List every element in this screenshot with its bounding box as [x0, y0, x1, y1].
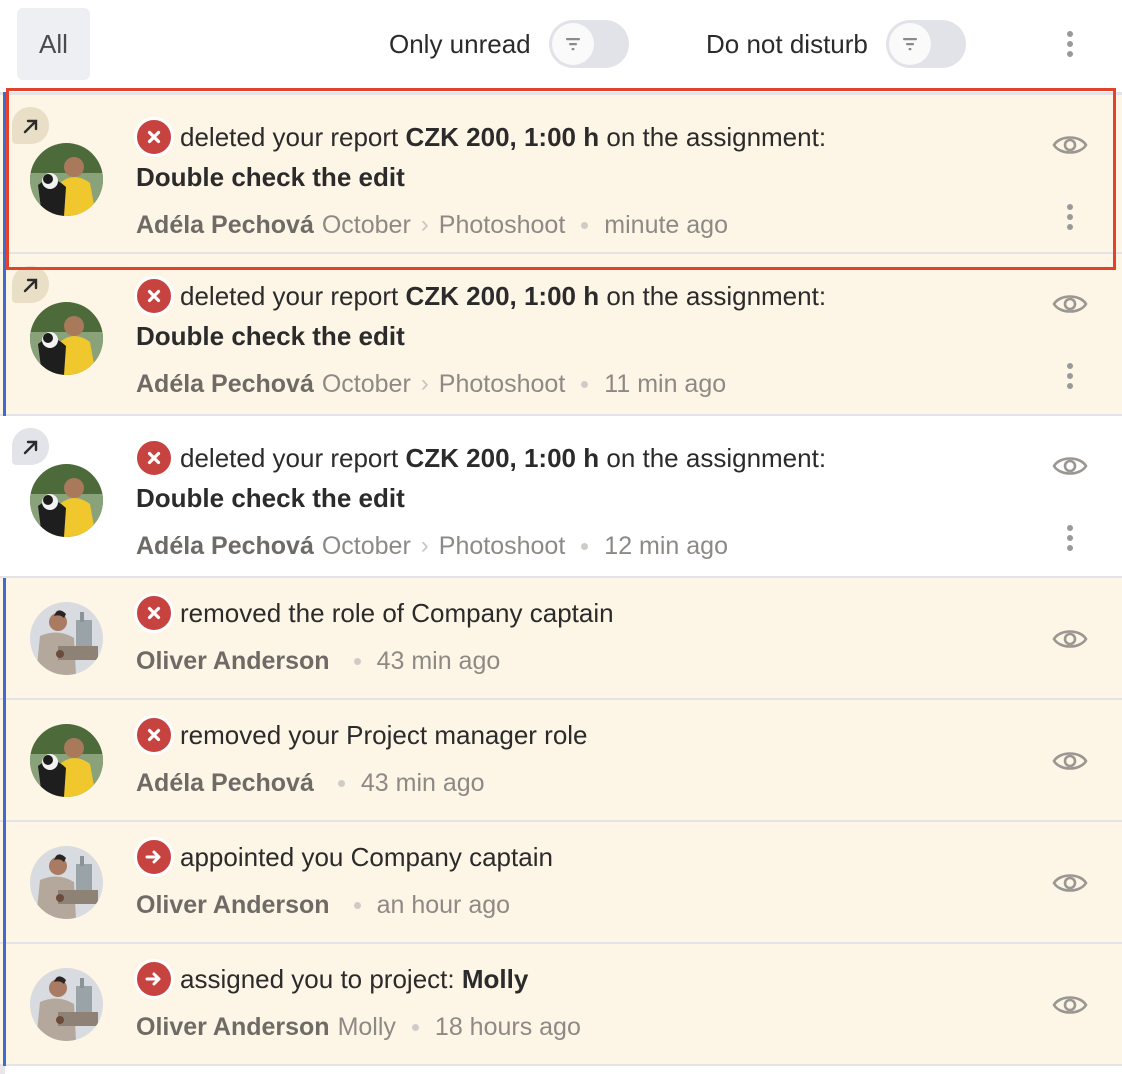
do-not-disturb-toggle[interactable] — [885, 20, 966, 68]
notification-text: deleted your report CZK 200, 1:00 h on t… — [134, 438, 992, 478]
notification-item[interactable]: appointed you Company captain Oliver And… — [0, 822, 1122, 944]
mark-read-eye-icon[interactable] — [1052, 993, 1088, 1017]
mark-read-eye-icon[interactable] — [1052, 454, 1088, 478]
notification-text: deleted your report CZK 200, 1:00 h on t… — [134, 117, 992, 157]
notification-text: removed the role of Company captain — [134, 593, 992, 633]
separator-dot — [581, 221, 589, 229]
only-unread-toggle[interactable] — [548, 20, 629, 68]
mark-read-eye-icon[interactable] — [1052, 871, 1088, 895]
avatar — [30, 846, 103, 919]
notification-text: removed your Project manager role — [134, 715, 992, 755]
notification-item[interactable]: deleted your report CZK 200, 1:00 h on t… — [0, 254, 1122, 416]
breadcrumb-assignment[interactable]: Photoshoot — [439, 205, 566, 245]
author-name[interactable]: Adéla Pechová — [136, 763, 314, 803]
removed-x-icon — [134, 715, 174, 755]
notification-list: deleted your report CZK 200, 1:00 h on t… — [0, 92, 1122, 1066]
assigned-arrow-icon — [134, 837, 174, 877]
item-more-menu-icon[interactable] — [1060, 204, 1080, 230]
mark-read-eye-icon[interactable] — [1052, 627, 1088, 651]
assignment-subject[interactable]: Double check the edit — [136, 157, 992, 197]
assigned-arrow-icon — [134, 959, 174, 999]
timestamp: an hour ago — [376, 891, 511, 919]
notification-item[interactable]: deleted your report CZK 200, 1:00 h on t… — [0, 416, 1122, 578]
header-more-menu-icon[interactable] — [1060, 31, 1080, 57]
only-unread-group: Only unread — [389, 20, 629, 68]
timestamp: 43 min ago — [360, 769, 485, 797]
mark-read-eye-icon[interactable] — [1052, 292, 1088, 316]
avatar — [30, 302, 103, 375]
notification-item[interactable]: removed your Project manager role Adéla … — [0, 700, 1122, 822]
removed-x-icon — [134, 593, 174, 633]
notification-meta: Oliver Anderson 43 min ago — [136, 641, 992, 681]
breadcrumb-project[interactable]: Molly — [338, 1007, 396, 1047]
breadcrumb-assignment[interactable]: Photoshoot — [439, 364, 566, 404]
notification-meta: Adéla Pechová October › Photoshoot 12 mi… — [136, 526, 992, 566]
mark-read-eye-icon[interactable] — [1052, 133, 1088, 157]
author-name[interactable]: Adéla Pechová — [136, 526, 314, 566]
removed-x-icon — [134, 438, 174, 478]
notification-item[interactable]: removed the role of Company captain Oliv… — [0, 578, 1122, 700]
chevron-right-icon: › — [420, 370, 429, 397]
timestamp: 43 min ago — [376, 647, 501, 675]
removed-x-icon — [134, 117, 174, 157]
breadcrumb-project[interactable]: October — [322, 205, 411, 245]
separator-dot — [411, 1023, 419, 1031]
avatar — [30, 602, 103, 675]
separator-dot — [337, 779, 345, 787]
timestamp: 12 min ago — [604, 532, 728, 560]
author-name[interactable]: Oliver Anderson — [136, 885, 330, 925]
chevron-right-icon: › — [420, 532, 429, 559]
notification-text: appointed you Company captain — [134, 837, 992, 877]
notification-text: assigned you to project: Molly — [134, 959, 992, 999]
breadcrumb-project[interactable]: October — [322, 364, 411, 404]
breadcrumb-project[interactable]: October — [322, 526, 411, 566]
mark-read-eye-icon[interactable] — [1052, 749, 1088, 773]
notification-meta: Adéla Pechová 43 min ago — [136, 763, 992, 803]
author-name[interactable]: Adéla Pechová — [136, 364, 314, 404]
author-name[interactable]: Oliver Anderson — [136, 1007, 330, 1047]
filter-icon — [888, 23, 931, 65]
avatar — [30, 143, 103, 216]
do-not-disturb-group: Do not disturb — [706, 20, 966, 68]
avatar — [30, 724, 103, 797]
open-link-icon[interactable] — [12, 107, 49, 144]
notification-item[interactable]: assigned you to project: Molly Oliver An… — [0, 944, 1122, 1066]
separator-dot — [353, 901, 361, 909]
author-name[interactable]: Oliver Anderson — [136, 641, 330, 681]
only-unread-label: Only unread — [389, 28, 531, 59]
author-name[interactable]: Adéla Pechová — [136, 205, 314, 245]
chevron-right-icon: › — [420, 211, 429, 238]
breadcrumb-assignment[interactable]: Photoshoot — [439, 526, 566, 566]
avatar — [30, 464, 103, 537]
tab-all[interactable]: All — [17, 8, 90, 80]
notification-meta: Oliver Anderson an hour ago — [136, 885, 992, 925]
notification-meta: Adéla Pechová October › Photoshoot minut… — [136, 205, 992, 245]
item-more-menu-icon[interactable] — [1060, 363, 1080, 389]
avatar — [30, 968, 103, 1041]
removed-x-icon — [134, 276, 174, 316]
timestamp: 18 hours ago — [434, 1013, 581, 1041]
do-not-disturb-label: Do not disturb — [706, 28, 868, 59]
separator-dot — [581, 380, 589, 388]
filter-icon — [551, 23, 594, 65]
separator-dot — [581, 542, 589, 550]
separator-dot — [353, 657, 361, 665]
assignment-subject[interactable]: Double check the edit — [136, 316, 992, 356]
item-more-menu-icon[interactable] — [1060, 525, 1080, 551]
open-link-icon[interactable] — [12, 266, 49, 303]
timestamp: 11 min ago — [604, 370, 727, 398]
assignment-subject[interactable]: Double check the edit — [136, 478, 992, 518]
notification-text: deleted your report CZK 200, 1:00 h on t… — [134, 276, 992, 316]
notification-item[interactable]: deleted your report CZK 200, 1:00 h on t… — [0, 92, 1122, 254]
notification-meta: Oliver Anderson Molly 18 hours ago — [136, 1007, 992, 1047]
open-link-icon[interactable] — [12, 428, 49, 465]
timestamp: minute ago — [604, 211, 728, 239]
notifications-header: All Only unread Do not disturb — [0, 0, 1122, 92]
notification-meta: Adéla Pechová October › Photoshoot 11 mi… — [136, 364, 992, 404]
